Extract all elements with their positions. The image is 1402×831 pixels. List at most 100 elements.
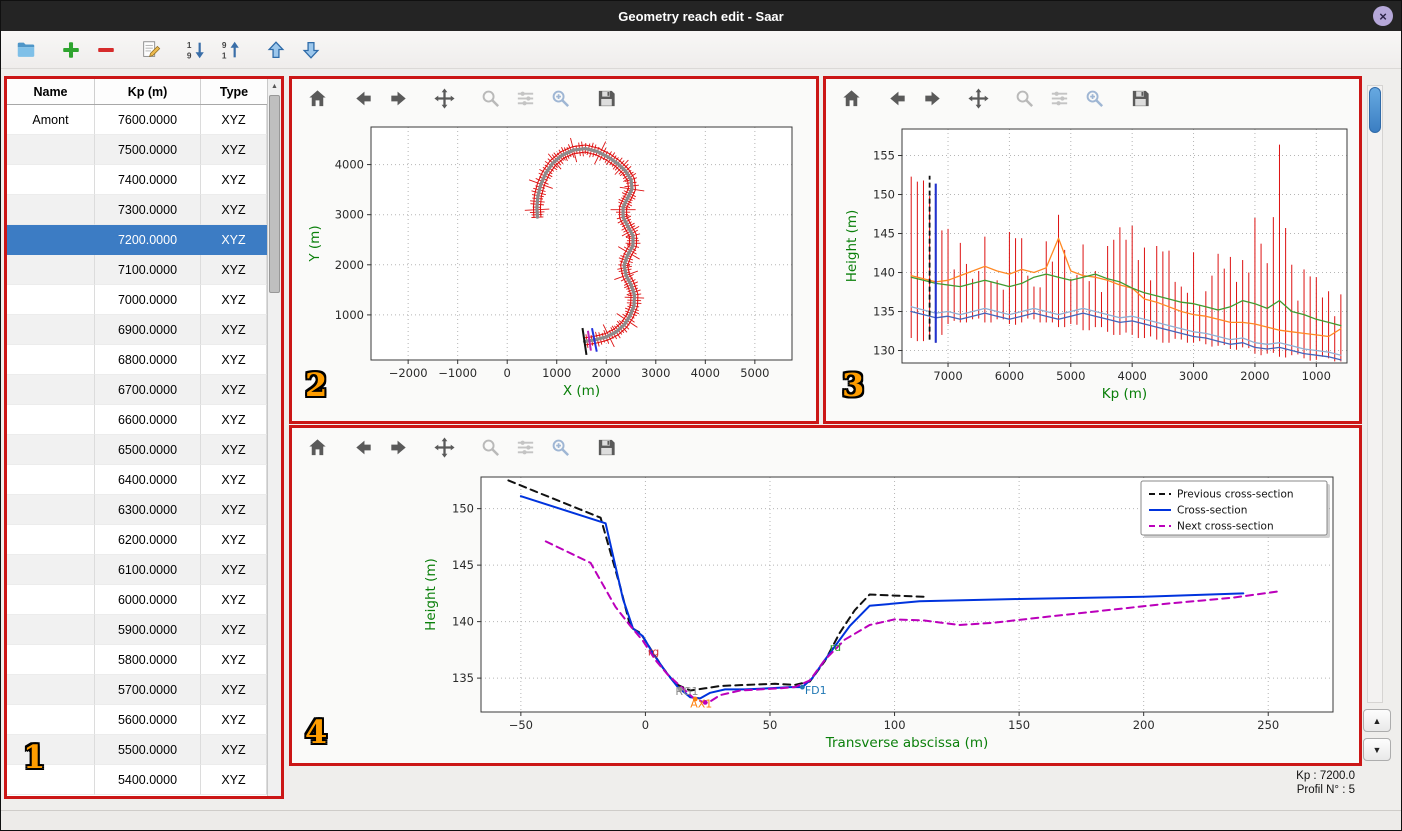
svg-text:140: 140 — [873, 266, 895, 280]
cell-kp: 6900.0000 — [95, 315, 201, 345]
profile-up-button[interactable]: ▲ — [1363, 709, 1391, 732]
zoom-icon[interactable] — [1011, 85, 1037, 111]
table-row[interactable]: 5800.0000 XYZ — [7, 645, 267, 675]
table-row[interactable]: 6900.0000 XYZ — [7, 315, 267, 345]
table-row[interactable]: 7500.0000 XYZ — [7, 135, 267, 165]
table-row[interactable]: 7100.0000 XYZ — [7, 255, 267, 285]
back-icon[interactable] — [350, 434, 376, 460]
back-icon[interactable] — [350, 85, 376, 111]
svg-text:150: 150 — [452, 502, 474, 516]
table-scrollbar[interactable]: ▲ — [267, 79, 281, 796]
cell-name — [7, 195, 95, 225]
move-up-icon[interactable] — [263, 37, 289, 63]
subplots-icon[interactable] — [512, 434, 538, 460]
cross-section-panel: −50 0 50 100 150 200 250 135 140 145 150 Transverse… — [289, 425, 1362, 766]
table-row[interactable]: 6000.0000 XYZ — [7, 585, 267, 615]
subplots-icon[interactable] — [512, 85, 538, 111]
plan-chart[interactable]: −2000 −1000 0 1000 2000 3000 4000 5000 1000 2000 3… — [292, 117, 816, 421]
add-profile-icon[interactable] — [58, 37, 84, 63]
table-row[interactable]: Amont 7600.0000 XYZ — [7, 105, 267, 135]
forward-icon[interactable] — [385, 85, 411, 111]
cell-kp: 5800.0000 — [95, 645, 201, 675]
table-row[interactable]: 6500.0000 XYZ — [7, 435, 267, 465]
delete-profile-icon[interactable] — [93, 37, 119, 63]
sort-ascending-icon[interactable]: 19 — [183, 37, 209, 63]
svg-text:Height (m): Height (m) — [423, 558, 439, 631]
table-row[interactable]: 6800.0000 XYZ — [7, 345, 267, 375]
table-row[interactable]: 6200.0000 XYZ — [7, 525, 267, 555]
column-header-kp[interactable]: Kp (m) — [95, 79, 201, 104]
title-bar[interactable]: Geometry reach edit - Saar × — [1, 1, 1401, 31]
table-row[interactable]: 5600.0000 XYZ — [7, 705, 267, 735]
table-row[interactable]: 6300.0000 XYZ — [7, 495, 267, 525]
profile-table-body: Amont 7600.0000 XYZ 7500.0000 XYZ 7400.0000 XY… — [7, 105, 267, 796]
table-row[interactable]: 5700.0000 XYZ — [7, 675, 267, 705]
pan-icon[interactable] — [431, 434, 457, 460]
svg-text:1: 1 — [187, 41, 192, 50]
home-icon[interactable] — [304, 434, 330, 460]
longitudinal-view-panel: 7000 6000 5000 4000 3000 2000 1000 130 135 140 145… — [823, 76, 1362, 424]
pan-icon[interactable] — [431, 85, 457, 111]
save-icon[interactable] — [593, 85, 619, 111]
pan-icon[interactable] — [965, 85, 991, 111]
window-scrollbar-thumb[interactable] — [1369, 87, 1381, 133]
svg-text:50: 50 — [763, 718, 778, 732]
cross-section-chart[interactable]: −50 0 50 100 150 200 250 135 140 145 150 Transverse… — [292, 466, 1359, 763]
save-icon[interactable] — [593, 434, 619, 460]
svg-text:2000: 2000 — [592, 366, 621, 380]
profile-down-button[interactable]: ▼ — [1363, 738, 1391, 761]
cell-type: XYZ — [201, 495, 267, 525]
window-title: Geometry reach edit - Saar — [618, 8, 784, 24]
zoom-icon[interactable] — [477, 85, 503, 111]
table-row[interactable]: 5900.0000 XYZ — [7, 615, 267, 645]
close-icon[interactable]: × — [1373, 6, 1393, 26]
zoom-icon[interactable] — [477, 434, 503, 460]
subplots-icon[interactable] — [1046, 85, 1072, 111]
svg-text:1000: 1000 — [335, 308, 364, 322]
svg-text:−1000: −1000 — [438, 366, 477, 380]
cell-name — [7, 615, 95, 645]
table-row[interactable]: 5500.0000 XYZ — [7, 735, 267, 765]
table-row[interactable]: 7000.0000 XYZ — [7, 285, 267, 315]
cell-type: XYZ — [201, 765, 267, 795]
table-scrollbar-thumb[interactable] — [269, 95, 280, 293]
cross-section-plot-toolbar — [292, 428, 1359, 466]
table-row[interactable]: 6400.0000 XYZ — [7, 465, 267, 495]
sort-descending-icon[interactable]: 91 — [218, 37, 244, 63]
table-row[interactable]: 6600.0000 XYZ — [7, 405, 267, 435]
status-kp: Kp : 7200.0 — [1296, 770, 1355, 782]
table-row[interactable]: 5400.0000 XYZ — [7, 765, 267, 795]
customize-icon[interactable] — [547, 434, 573, 460]
table-row[interactable]: 6100.0000 XYZ — [7, 555, 267, 585]
table-row[interactable]: 7200.0000 XYZ — [7, 225, 267, 255]
customize-icon[interactable] — [1081, 85, 1107, 111]
customize-icon[interactable] — [547, 85, 573, 111]
window-scrollbar[interactable] — [1367, 85, 1383, 703]
svg-text:FD1: FD1 — [805, 684, 827, 697]
longitudinal-plot-toolbar — [826, 79, 1359, 117]
back-icon[interactable] — [884, 85, 910, 111]
cell-kp: 5400.0000 — [95, 765, 201, 795]
cell-type: XYZ — [201, 435, 267, 465]
column-header-type[interactable]: Type — [201, 79, 267, 104]
table-row[interactable]: 6700.0000 XYZ — [7, 375, 267, 405]
cell-name — [7, 165, 95, 195]
cell-kp: 5600.0000 — [95, 705, 201, 735]
svg-text:2000: 2000 — [1240, 369, 1269, 383]
home-icon[interactable] — [838, 85, 864, 111]
cell-kp: 6300.0000 — [95, 495, 201, 525]
cell-type: XYZ — [201, 255, 267, 285]
svg-text:9: 9 — [187, 51, 192, 60]
forward-icon[interactable] — [919, 85, 945, 111]
home-icon[interactable] — [304, 85, 330, 111]
forward-icon[interactable] — [385, 434, 411, 460]
column-header-name[interactable]: Name — [7, 79, 95, 104]
edit-profile-icon[interactable] — [138, 37, 164, 63]
scroll-up-icon[interactable]: ▲ — [268, 79, 281, 93]
save-icon[interactable] — [1127, 85, 1153, 111]
table-row[interactable]: 7300.0000 XYZ — [7, 195, 267, 225]
move-down-icon[interactable] — [298, 37, 324, 63]
longitudinal-chart[interactable]: 7000 6000 5000 4000 3000 2000 1000 130 135 140 145… — [826, 117, 1359, 421]
open-file-icon[interactable] — [13, 37, 39, 63]
table-row[interactable]: 7400.0000 XYZ — [7, 165, 267, 195]
